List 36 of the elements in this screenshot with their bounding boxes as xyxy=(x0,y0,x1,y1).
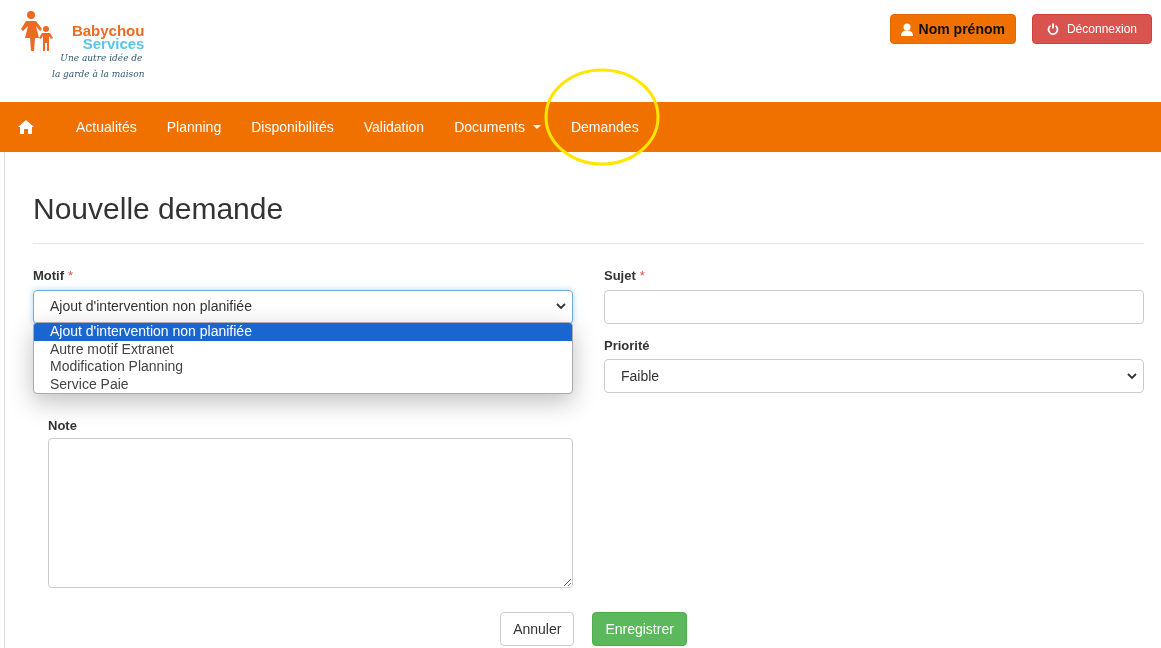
dropdown-option[interactable]: Modification Planning xyxy=(34,358,572,376)
field-label: Note xyxy=(48,416,78,435)
dropdown-option[interactable]: Autre motif Extranet xyxy=(34,340,572,358)
home-icon[interactable] xyxy=(18,120,34,134)
tagline: la garde à la maison xyxy=(52,70,145,79)
select-value: Faible xyxy=(621,366,660,386)
nav-link[interactable]: Validation xyxy=(348,116,440,138)
subject-input[interactable] xyxy=(604,289,1144,324)
field-label: Sujet xyxy=(604,267,636,285)
user-icon xyxy=(900,22,913,36)
nav-link[interactable]: Disponibilités xyxy=(236,116,349,138)
power-icon xyxy=(1046,23,1059,35)
chevron-down-icon xyxy=(556,303,566,310)
nav-link[interactable]: Actualités xyxy=(61,116,152,138)
select-value: Ajout d'intervention non planifiée xyxy=(50,297,252,316)
chevron-down-icon xyxy=(1127,372,1137,380)
logout-button[interactable]: Déconnexion xyxy=(1031,14,1152,44)
tagline: Une autre idée de xyxy=(60,54,143,63)
brand-name: Services xyxy=(82,37,145,50)
mother-child-logo-icon xyxy=(20,11,54,51)
nav-link[interactable]: Planning xyxy=(151,116,237,138)
field-label: Priorité xyxy=(604,336,651,355)
nav-link[interactable]: Demandes xyxy=(555,116,654,138)
page-title: Nouvelle demande xyxy=(33,191,285,227)
priority-select[interactable]: Faible xyxy=(604,359,1144,393)
cancel-button[interactable]: Annuler xyxy=(500,612,575,646)
user-button[interactable]: Nom prénom xyxy=(889,14,1016,44)
note-textarea[interactable] xyxy=(48,438,573,588)
nav-link[interactable]: Documents xyxy=(439,116,556,138)
required-marker: * xyxy=(68,267,74,285)
field-label: Motif xyxy=(33,267,65,285)
brand-name: Babychou xyxy=(71,24,145,37)
dropdown-option[interactable]: Service Paie xyxy=(34,375,572,393)
caret-icon xyxy=(532,125,541,129)
dropdown-option[interactable]: Ajout d'intervention non planifiée xyxy=(34,323,572,341)
required-marker: * xyxy=(639,267,645,285)
